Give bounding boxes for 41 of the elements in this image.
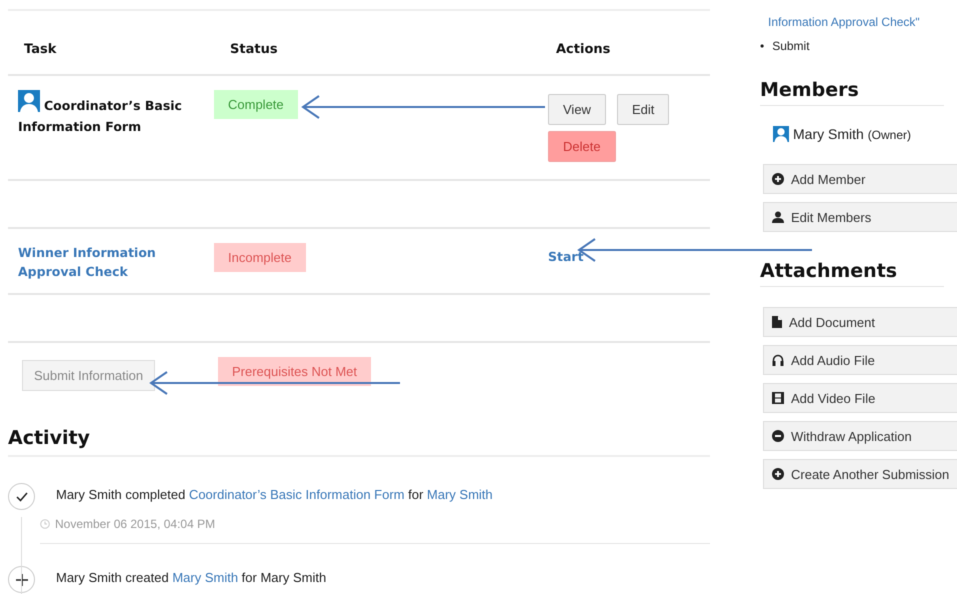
bullet-icon: • <box>760 39 764 53</box>
sidebar-button[interactable]: Add Video File <box>763 383 957 413</box>
sidebar-button[interactable]: Edit Members <box>763 202 957 232</box>
activity-link[interactable]: Mary Smith <box>172 570 238 585</box>
member-name: Mary Smith (Owner) <box>793 126 912 142</box>
status-badge: Complete <box>214 90 298 119</box>
section-heading: Activity <box>8 427 710 457</box>
activity-link[interactable]: Mary Smith <box>426 487 493 502</box>
avatar-icon <box>773 126 789 142</box>
document-icon <box>772 316 782 328</box>
sidebar-button[interactable]: Add Audio File <box>763 345 957 375</box>
user-icon <box>772 211 784 223</box>
clock-icon <box>40 519 50 529</box>
sidebar-button[interactable]: Add Document <box>763 307 957 337</box>
minus-circle-icon <box>772 430 784 442</box>
action-button[interactable]: View <box>548 94 606 125</box>
task-link[interactable]: Winner Information Approval Check <box>18 243 198 281</box>
activity-time: November 06 2015, 04:04 PM <box>55 517 216 531</box>
plus-circle-icon <box>772 468 784 480</box>
plus-circle-icon <box>772 173 784 185</box>
film-icon <box>772 392 784 404</box>
section-heading: Attachments <box>760 260 944 287</box>
activity-link[interactable]: Coordinator’s Basic Information Form <box>188 487 404 502</box>
start-link[interactable]: Start <box>548 249 584 264</box>
task-name: Coordinator’s Basic Information Form <box>18 90 198 136</box>
step-link[interactable]: Information Approval Check" <box>768 15 957 29</box>
status-badge: Incomplete <box>214 243 306 272</box>
action-button[interactable]: Edit <box>616 94 670 125</box>
avatar-icon <box>18 90 40 112</box>
column-header: Actions <box>556 42 612 57</box>
status-badge: Prerequisites Not Met <box>218 357 371 386</box>
column-header: Status <box>230 42 279 57</box>
step-text: Submit <box>772 39 810 53</box>
sidebar-button[interactable]: Add Member <box>763 164 957 194</box>
sidebar-button[interactable]: Create Another Submission <box>763 459 957 489</box>
activity-text: Mary Smith created Mary Smith for Mary Smith <box>56 570 326 585</box>
section-heading: Members <box>760 79 944 106</box>
activity-text: Mary Smith completed Coordinator’s Basic Information Form for Mary Smith <box>56 487 493 502</box>
column-header: Task <box>24 42 58 57</box>
headphones-icon <box>772 354 784 366</box>
sidebar-button[interactable]: Withdraw Application <box>763 421 957 451</box>
